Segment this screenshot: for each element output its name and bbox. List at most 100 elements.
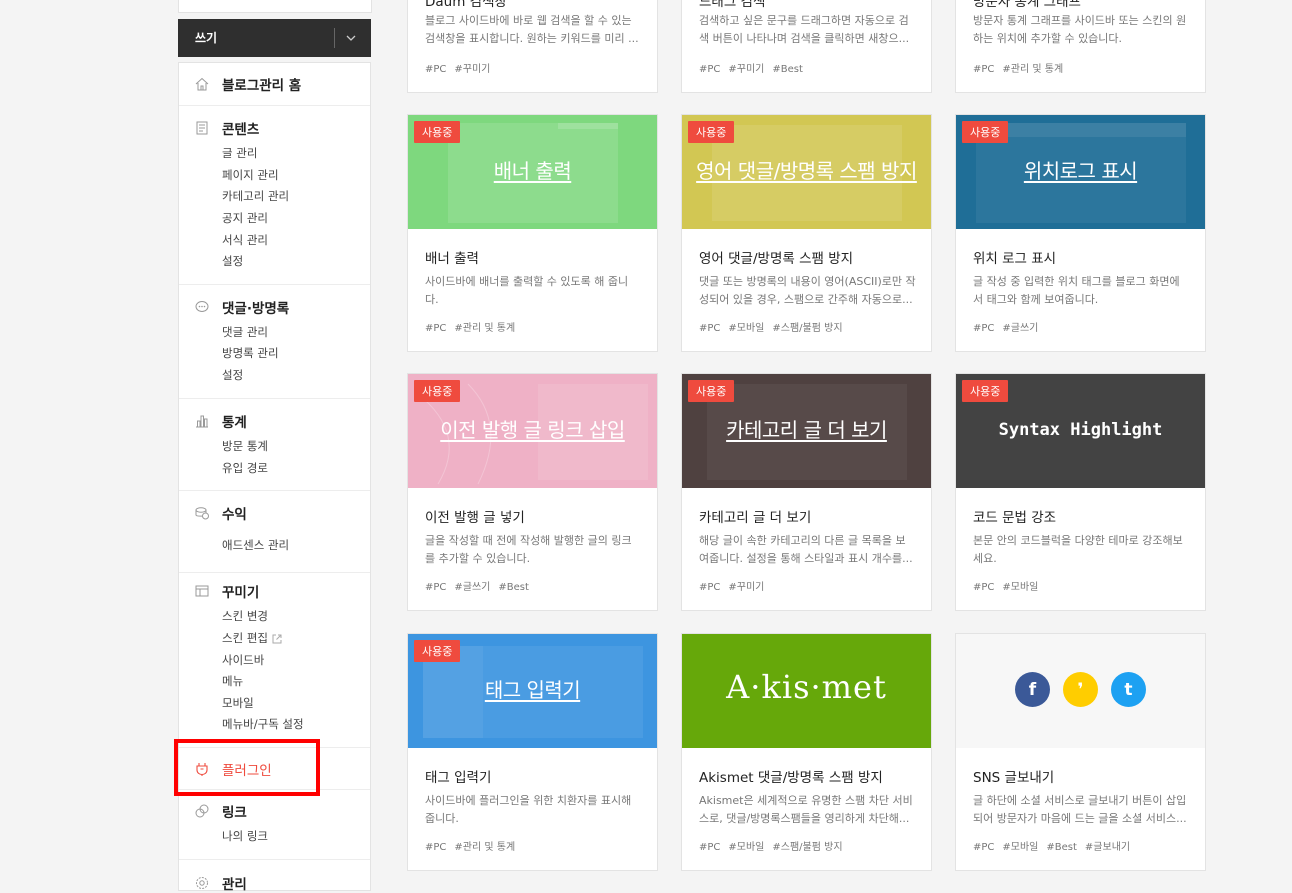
sidebar-item-skin-change[interactable]: 스킨 변경 (222, 608, 268, 624)
sidebar-item-referrers[interactable]: 유입 경로 (222, 460, 268, 476)
sidebar-item-pages[interactable]: 페이지 관리 (222, 167, 279, 183)
home-icon (193, 75, 211, 93)
twitter-icon: t (1111, 672, 1146, 707)
card-desc: 댓글 또는 방명록의 내용이 영어(ASCII)로만 작 성되어 있을 경우, 스… (699, 275, 916, 306)
sidebar-title-content[interactable]: 콘텐츠 (222, 118, 259, 138)
sidebar-title-link[interactable]: 링크 (222, 801, 247, 821)
card-tags: #PC #꾸미기 (699, 582, 765, 593)
sidebar-title-home: 블로그관리 홈 (222, 78, 302, 94)
chevron-down-icon[interactable] (344, 32, 358, 44)
card-title: 위치 로그 표시 (973, 251, 1057, 267)
thumbnail-caption: 카테고리 글 더 보기 (726, 418, 887, 442)
thumbnail-caption: 태그 입력기 (484, 678, 581, 702)
link-icon (193, 802, 211, 820)
in-use-badge: 사용중 (962, 380, 1009, 402)
card-thumbnail: 사용중 Syntax Highlight (956, 374, 1205, 488)
plugin-card-english-spam[interactable]: 사용중 영어 댓글/방명록 스팸 방지 영어 댓글/방명록 스팸 방지 댓글 또… (681, 114, 932, 352)
kakaostory-icon: ❜ (1063, 672, 1098, 707)
plugin-card-sns-share[interactable]: f ❜ t SNS 글보내기 글 하단에 소셜 서비스로 글보내기 버튼이 삽입… (955, 633, 1206, 871)
plugin-card-drag-search[interactable]: 드래그 검색 검색하고 싶은 문구를 드래그하면 자동으로 검색 버튼이 나타나… (681, 0, 932, 93)
card-desc: 글을 작성할 때 전에 작성해 발행한 글의 링크 를 추가할 수 있습니다. (425, 534, 632, 565)
sidebar-item-content-settings[interactable]: 설정 (222, 253, 243, 269)
card-title: 이전 발행 글 넣기 (425, 510, 525, 526)
sidebar-item-sidebar[interactable]: 사이드바 (222, 652, 264, 668)
card-title: 코드 문법 강조 (973, 510, 1057, 526)
card-title: Akismet 댓글/방명록 스팸 방지 (699, 770, 883, 786)
sidebar-item-comments[interactable]: 댓글 관리 (222, 324, 268, 340)
chat-bubble-icon (193, 298, 211, 316)
card-thumbnail: 사용중 태그 입력기 (408, 634, 657, 748)
sidebar-title-decorate[interactable]: 꾸미기 (222, 581, 259, 601)
sidebar-item-mobile[interactable]: 모바일 (222, 695, 254, 711)
sidebar-section-decorate: 꾸미기 스킨 변경 스킨 편집 사이드바 메뉴 모바일 메뉴바/구독 설정 (179, 573, 370, 748)
sidebar-item-my-links[interactable]: 나의 링크 (222, 828, 268, 844)
card-thumbnail: A·kis·met (682, 634, 931, 748)
card-tags: #PC #모바일 #스팸/불펌 방지 (699, 842, 843, 853)
sidebar-section-home[interactable]: 블로그관리 홈 (179, 63, 370, 106)
sidebar-section-stats: 통계 방문 통계 유입 경로 (179, 399, 370, 491)
card-desc: 글 하단에 소셜 서비스로 글보내기 버튼이 삽입 되어 방문자가 마음에 드는 … (973, 794, 1187, 825)
in-use-badge: 사용중 (688, 380, 735, 402)
plugin-highlight-box (174, 739, 320, 796)
card-desc: 검색하고 싶은 문구를 드래그하면 자동으로 검색 버튼이 나타나며 검색을 클… (699, 14, 910, 45)
sidebar-item-templates[interactable]: 서식 관리 (222, 232, 268, 248)
in-use-badge: 사용중 (688, 121, 735, 143)
plugin-card-syntax-highlight[interactable]: 사용중 Syntax Highlight 코드 문법 강조 본문 안의 코드블럭… (955, 373, 1206, 611)
write-button[interactable]: 쓰기 (178, 19, 371, 57)
layout-icon (193, 582, 211, 600)
card-desc: 사이드바에 플러그인을 위한 치환자를 표시해 줍니다. (425, 794, 632, 825)
card-desc: 방문자 통계 그래프를 사이드바 또는 스킨의 원 하는 위치에 추가할 수 있습… (973, 14, 1187, 45)
card-thumbnail: 사용중 카테고리 글 더 보기 (682, 374, 931, 488)
plugin-card-prev-post-link[interactable]: 사용중 이전 발행 글 링크 삽입 이전 발행 글 넣기 글을 작성할 때 전에… (407, 373, 658, 611)
card-tags: #PC #꾸미기 (425, 64, 491, 75)
sidebar-item-visit-stats[interactable]: 방문 통계 (222, 438, 268, 454)
sidebar-title-manage[interactable]: 관리 (222, 873, 247, 893)
gear-icon (193, 874, 211, 892)
card-title: 카테고리 글 더 보기 (699, 510, 812, 526)
write-button-divider (334, 28, 335, 48)
plugin-card-banner[interactable]: 사용중 배너 출력 배너 출력 사이드바에 배너를 출력할 수 있도록 해 줍니… (407, 114, 658, 352)
plugin-card-visitor-graph[interactable]: 방문자 통계 그래프 방문자 통계 그래프를 사이드바 또는 스킨의 원 하는 위… (955, 0, 1206, 93)
sidebar-item-menu[interactable]: 메뉴 (222, 673, 243, 689)
sidebar-item-menubar-subscribe[interactable]: 메뉴바/구독 설정 (222, 716, 304, 732)
sidebar-item-skin-edit[interactable]: 스킨 편집 (222, 630, 282, 646)
card-thumbnail: 사용중 위치로그 표시 (956, 115, 1205, 229)
sidebar-item-adsense[interactable]: 애드센스 관리 (222, 537, 289, 553)
plugin-card-daum-search[interactable]: Daum 검색창 블로그 사이드바에 바로 웹 검색을 할 수 있는 검색창을 표… (407, 0, 658, 93)
skin-edit-label: 스킨 편집 (222, 631, 268, 645)
sidebar-title-revenue[interactable]: 수익 (222, 503, 247, 523)
sidebar-item-posts[interactable]: 글 관리 (222, 145, 257, 161)
plugin-card-akismet[interactable]: A·kis·met Akismet 댓글/방명록 스팸 방지 Akismet은 … (681, 633, 932, 871)
card-title: 배너 출력 (425, 251, 479, 267)
facebook-icon: f (1015, 672, 1050, 707)
sidebar-title-stats[interactable]: 통계 (222, 411, 247, 431)
sidebar-item-notices[interactable]: 공지 관리 (222, 210, 268, 226)
sidebar-item-comment-settings[interactable]: 설정 (222, 367, 243, 383)
card-title: 태그 입력기 (425, 770, 492, 786)
sidebar-section-content: 콘텐츠 글 관리 페이지 관리 카테고리 관리 공지 관리 서식 관리 설정 (179, 106, 370, 285)
card-desc: 본문 안의 코드블럭을 다양한 테마로 강조해보 세요. (973, 534, 1183, 565)
card-tags: #PC #관리 및 통계 (425, 842, 516, 853)
card-title: SNS 글보내기 (973, 770, 1055, 786)
card-tags: #PC #모바일 #스팸/불펌 방지 (699, 323, 843, 334)
sidebar-item-categories[interactable]: 카테고리 관리 (222, 188, 289, 204)
sidebar-title-comments[interactable]: 댓글·방명록 (222, 297, 289, 317)
bar-chart-icon (193, 412, 211, 430)
sidebar-item-guestbook[interactable]: 방명록 관리 (222, 345, 279, 361)
plugin-card-location-log[interactable]: 사용중 위치로그 표시 위치 로그 표시 글 작성 중 입력한 위치 태그를 블… (955, 114, 1206, 352)
coins-icon (193, 504, 211, 522)
thumbnail-caption: 이전 발행 글 링크 삽입 (440, 418, 625, 442)
in-use-badge: 사용중 (414, 640, 461, 662)
card-tags: #PC #관리 및 통계 (973, 64, 1064, 75)
in-use-badge: 사용중 (414, 121, 461, 143)
card-desc: Akismet은 세계적으로 유명한 스팸 차단 서비 스로, 댓글/방명록스팸들… (699, 794, 913, 825)
external-link-icon (272, 634, 282, 643)
card-thumbnail: 사용중 영어 댓글/방명록 스팸 방지 (682, 115, 931, 229)
card-tags: #PC #글쓰기 (973, 323, 1039, 334)
card-desc: 사이드바에 배너를 출력할 수 있도록 해 줍니 다. (425, 275, 629, 306)
sidebar-section-manage: 관리 (179, 860, 370, 893)
plugin-card-tag-input[interactable]: 사용중 태그 입력기 태그 입력기 사이드바에 플러그인을 위한 치환자를 표시… (407, 633, 658, 871)
card-title: 영어 댓글/방명록 스팸 방지 (699, 251, 854, 267)
plugin-card-category-more[interactable]: 사용중 카테고리 글 더 보기 카테고리 글 더 보기 해당 글이 속한 카테고… (681, 373, 932, 611)
card-tags: #PC #모바일 #Best #글보내기 (973, 842, 1131, 853)
